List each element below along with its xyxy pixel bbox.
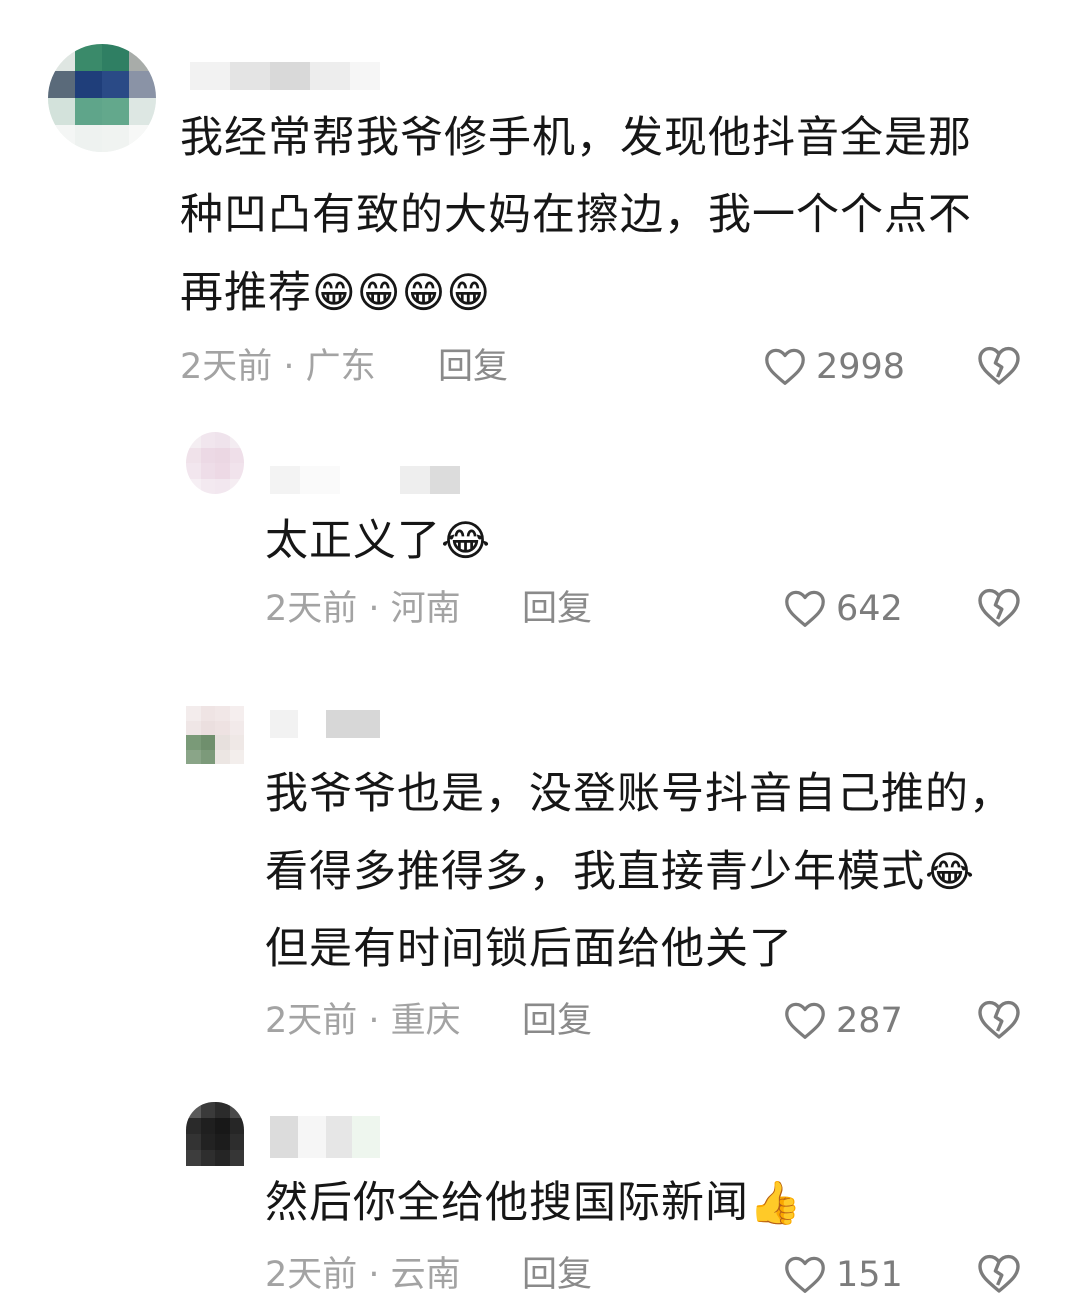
like-button[interactable]: 151 (782, 1250, 903, 1300)
like-count: 642 (836, 589, 903, 629)
comment-text: 然后你全给他搜国际新闻👍 (265, 1178, 803, 1228)
broken-heart-icon[interactable] (975, 996, 1023, 1044)
like-button[interactable]: 287 (782, 996, 903, 1046)
comment-meta: 2天前 · 河南 (265, 589, 461, 629)
comment-meta: 2天前 · 云南 (265, 1255, 461, 1295)
comment-text: 太正义了😂 (265, 516, 492, 566)
comment-location: 河南 (390, 589, 461, 629)
thumbs-up-emoji: 👍 (749, 1178, 803, 1227)
comment-item: 我经常帮我爷修手机，发现他抖音全是那 种凹凸有致的大妈在擦边，我一个个点不 再推… (0, 0, 1080, 420)
username-redacted[interactable] (270, 710, 380, 738)
like-count: 151 (836, 1255, 903, 1295)
reply-button[interactable]: 回复 (522, 1250, 592, 1300)
heart-outline-icon (765, 348, 805, 385)
grin-emoji: 😁😁😁😁 (312, 268, 492, 317)
comment-location: 云南 (390, 1255, 461, 1295)
username-redacted[interactable] (190, 62, 380, 90)
comment-item: 太正义了😂 2天前 · 河南 回复 642 (0, 420, 1080, 670)
comment-time: 2天前 (265, 1001, 358, 1041)
like-button[interactable]: 642 (782, 584, 903, 634)
comment-time: 2天前 (265, 1255, 358, 1295)
heart-outline-icon (785, 1256, 825, 1293)
avatar[interactable] (186, 706, 244, 764)
comment-location: 广东 (305, 347, 376, 387)
avatar[interactable] (186, 1102, 244, 1166)
reply-button[interactable]: 回复 (522, 584, 592, 634)
laugh-cry-emoji: 😂 (441, 516, 492, 565)
comment-text: 我爷爷也是，没登账号抖音自己推的， 看得多推得多，我直接青少年模式😂 但是有时间… (265, 769, 1013, 974)
reply-button[interactable]: 回复 (522, 996, 592, 1046)
broken-heart-icon[interactable] (975, 584, 1023, 632)
broken-heart-icon[interactable] (975, 342, 1023, 390)
comment-item: 然后你全给他搜国际新闻👍 2天前 · 云南 回复 151 (0, 1090, 1080, 1313)
username-redacted[interactable] (270, 466, 460, 494)
username-redacted[interactable] (270, 1116, 380, 1158)
heart-outline-icon (785, 590, 825, 627)
comment-meta: 2天前 · 广东 (180, 347, 376, 387)
like-count: 287 (836, 1001, 903, 1041)
comment-meta: 2天前 · 重庆 (265, 1001, 461, 1041)
laugh-cry-emoji: 😂 (925, 847, 976, 896)
broken-heart-icon[interactable] (975, 1250, 1023, 1298)
like-button[interactable]: 2998 (762, 342, 905, 392)
heart-outline-icon (785, 1002, 825, 1039)
comment-location: 重庆 (390, 1001, 461, 1041)
reply-button[interactable]: 回复 (438, 342, 508, 392)
avatar[interactable] (48, 44, 156, 152)
comment-time: 2天前 (265, 589, 358, 629)
like-count: 2998 (816, 347, 906, 387)
comment-time: 2天前 (180, 347, 273, 387)
comment-text: 我经常帮我爷修手机，发现他抖音全是那 种凹凸有致的大妈在擦边，我一个个点不 再推… (180, 113, 972, 318)
comment-item: 我爷爷也是，没登账号抖音自己推的， 看得多推得多，我直接青少年模式😂 但是有时间… (0, 670, 1080, 1090)
avatar[interactable] (186, 432, 244, 494)
